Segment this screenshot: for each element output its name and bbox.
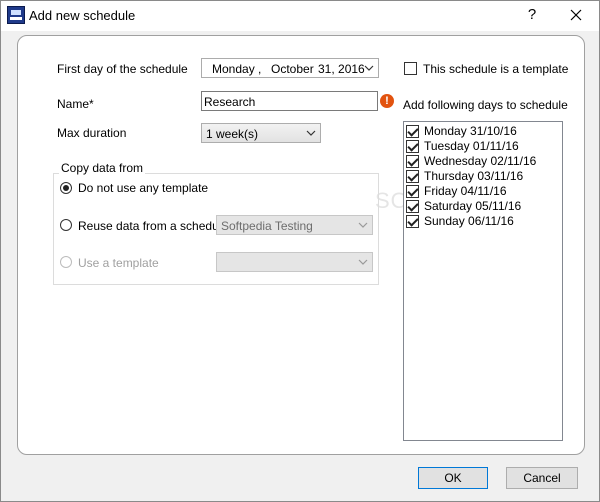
reuse-schedule-value: Softpedia Testing bbox=[221, 219, 313, 233]
day-checkbox[interactable] bbox=[406, 185, 419, 198]
app-icon bbox=[7, 6, 25, 24]
template-select bbox=[216, 252, 373, 272]
cancel-button[interactable]: Cancel bbox=[506, 467, 578, 489]
dialog-window: Add new schedule ? SOFTPEDIA First day o… bbox=[0, 0, 600, 502]
max-duration-value: 1 week(s) bbox=[206, 127, 259, 141]
reuse-schedule-select[interactable]: Softpedia Testing bbox=[216, 215, 373, 235]
content-panel: SOFTPEDIA First day of the schedule Mond… bbox=[17, 35, 585, 455]
name-label: Name* bbox=[57, 97, 94, 111]
day-checkbox[interactable] bbox=[406, 200, 419, 213]
day-label: Monday 31/10/16 bbox=[424, 124, 517, 138]
error-icon: ! bbox=[380, 94, 394, 108]
day-label: Wednesday 02/11/16 bbox=[424, 154, 537, 168]
title-bar: Add new schedule ? bbox=[1, 1, 599, 31]
template-checkbox[interactable] bbox=[404, 62, 417, 75]
day-checkbox[interactable] bbox=[406, 170, 419, 183]
window-title: Add new schedule bbox=[29, 8, 136, 23]
day-label: Sunday 06/11/16 bbox=[424, 214, 514, 228]
ok-button[interactable]: OK bbox=[418, 467, 488, 489]
name-input-value: Research bbox=[204, 95, 256, 109]
radio-reuse-schedule-label: Reuse data from a schedule bbox=[78, 219, 229, 233]
day-label: Saturday 05/11/16 bbox=[424, 199, 522, 213]
chevron-down-icon bbox=[364, 65, 374, 71]
day-checkbox[interactable] bbox=[406, 215, 419, 228]
close-icon bbox=[570, 9, 582, 21]
day-label: Tuesday 01/11/16 bbox=[424, 139, 519, 153]
chevron-down-icon bbox=[306, 130, 316, 136]
date-day-year: 31, 2016 bbox=[318, 62, 365, 76]
template-checkbox-label: This schedule is a template bbox=[423, 62, 569, 76]
close-button[interactable] bbox=[561, 3, 591, 27]
day-label: Thursday 03/11/16 bbox=[424, 169, 524, 183]
chevron-down-icon bbox=[358, 259, 368, 265]
first-day-label: First day of the schedule bbox=[57, 62, 188, 76]
radio-use-template-label: Use a template bbox=[78, 256, 159, 270]
name-input[interactable]: Research bbox=[201, 91, 378, 111]
day-checkbox[interactable] bbox=[406, 155, 419, 168]
day-checkbox[interactable] bbox=[406, 125, 419, 138]
max-duration-select[interactable]: 1 week(s) bbox=[201, 123, 321, 143]
copy-data-legend: Copy data from bbox=[59, 161, 146, 175]
day-checkbox[interactable] bbox=[406, 140, 419, 153]
add-days-label: Add following days to schedule bbox=[403, 98, 568, 112]
date-month: October bbox=[271, 62, 314, 76]
chevron-down-icon bbox=[358, 222, 368, 228]
help-button[interactable]: ? bbox=[517, 3, 547, 27]
date-separator: , bbox=[258, 62, 262, 76]
radio-use-template bbox=[60, 256, 72, 268]
radio-reuse-schedule[interactable] bbox=[60, 219, 72, 231]
day-label: Friday 04/11/16 bbox=[424, 184, 507, 198]
first-day-date-picker[interactable]: Monday , October 31, 2016 bbox=[201, 58, 379, 78]
date-weekday: Monday bbox=[212, 62, 255, 76]
days-list[interactable]: Monday 31/10/16 Tuesday 01/11/16 Wednesd… bbox=[403, 121, 563, 441]
radio-no-template[interactable] bbox=[60, 182, 72, 194]
max-duration-label: Max duration bbox=[57, 126, 127, 140]
radio-no-template-label: Do not use any template bbox=[78, 181, 209, 195]
